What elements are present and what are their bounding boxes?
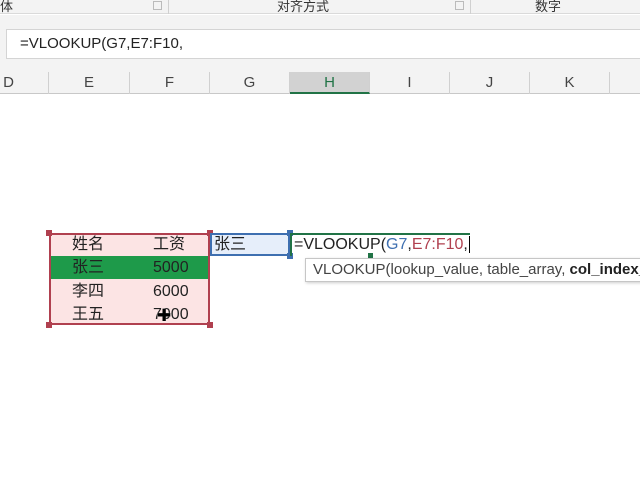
column-header-g[interactable]: G [210, 72, 290, 94]
cell-salary[interactable]: 5000 [153, 256, 189, 279]
range-handle[interactable] [46, 322, 52, 328]
cell-h7-editing[interactable]: =VLOOKUP(G7,E7:F10, [290, 233, 470, 256]
ribbon-group-alignment: 对齐方式 [277, 0, 330, 14]
column-header-f[interactable]: F [130, 72, 210, 94]
range-handle[interactable] [46, 230, 52, 236]
ribbon-group-font: 体 [0, 0, 14, 14]
column-header-e[interactable]: E [49, 72, 130, 94]
cell-g7[interactable]: 张三 [210, 233, 290, 256]
cell-salary[interactable]: 6000 [153, 280, 189, 303]
text-caret [468, 236, 470, 253]
alignment-launcher-icon[interactable] [455, 1, 464, 10]
column-headers: D E F G H I J K [0, 72, 640, 94]
column-header-d[interactable]: D [0, 72, 49, 94]
cell-name[interactable]: 李四 [72, 280, 104, 303]
formula-input[interactable]: =VLOOKUP(G7,E7:F10, [6, 29, 640, 59]
column-header-i[interactable]: I [370, 72, 450, 94]
cell-cursor-icon: ✚ [157, 306, 172, 325]
column-header-j[interactable]: J [450, 72, 530, 94]
font-launcher-icon[interactable] [153, 1, 162, 10]
cell-name[interactable]: 张三 [72, 256, 104, 279]
header-salary[interactable]: 工资 [153, 233, 185, 256]
tooltip-signature: VLOOKUP(lookup_value, table_array, [313, 261, 570, 278]
ribbon: 体 对齐方式 数字 [0, 0, 640, 14]
range-handle[interactable] [207, 322, 213, 328]
ribbon-group-number: 数字 [535, 0, 562, 14]
tooltip-current-arg: col_index_num [569, 261, 640, 278]
divider [168, 0, 169, 14]
header-name[interactable]: 姓名 [72, 233, 104, 256]
formula-ref-g7: G7 [386, 236, 408, 253]
formula-function: =VLOOKUP( [294, 236, 387, 253]
column-header-k[interactable]: K [530, 72, 610, 94]
formula-separator: , [463, 236, 468, 253]
cell-name[interactable]: 王五 [72, 303, 104, 326]
function-tooltip: VLOOKUP(lookup_value, table_array, col_i… [305, 258, 640, 282]
column-header-h[interactable]: H [290, 72, 370, 94]
divider [470, 0, 471, 14]
formula-ref-e7-f10: E7:F10 [411, 236, 464, 253]
